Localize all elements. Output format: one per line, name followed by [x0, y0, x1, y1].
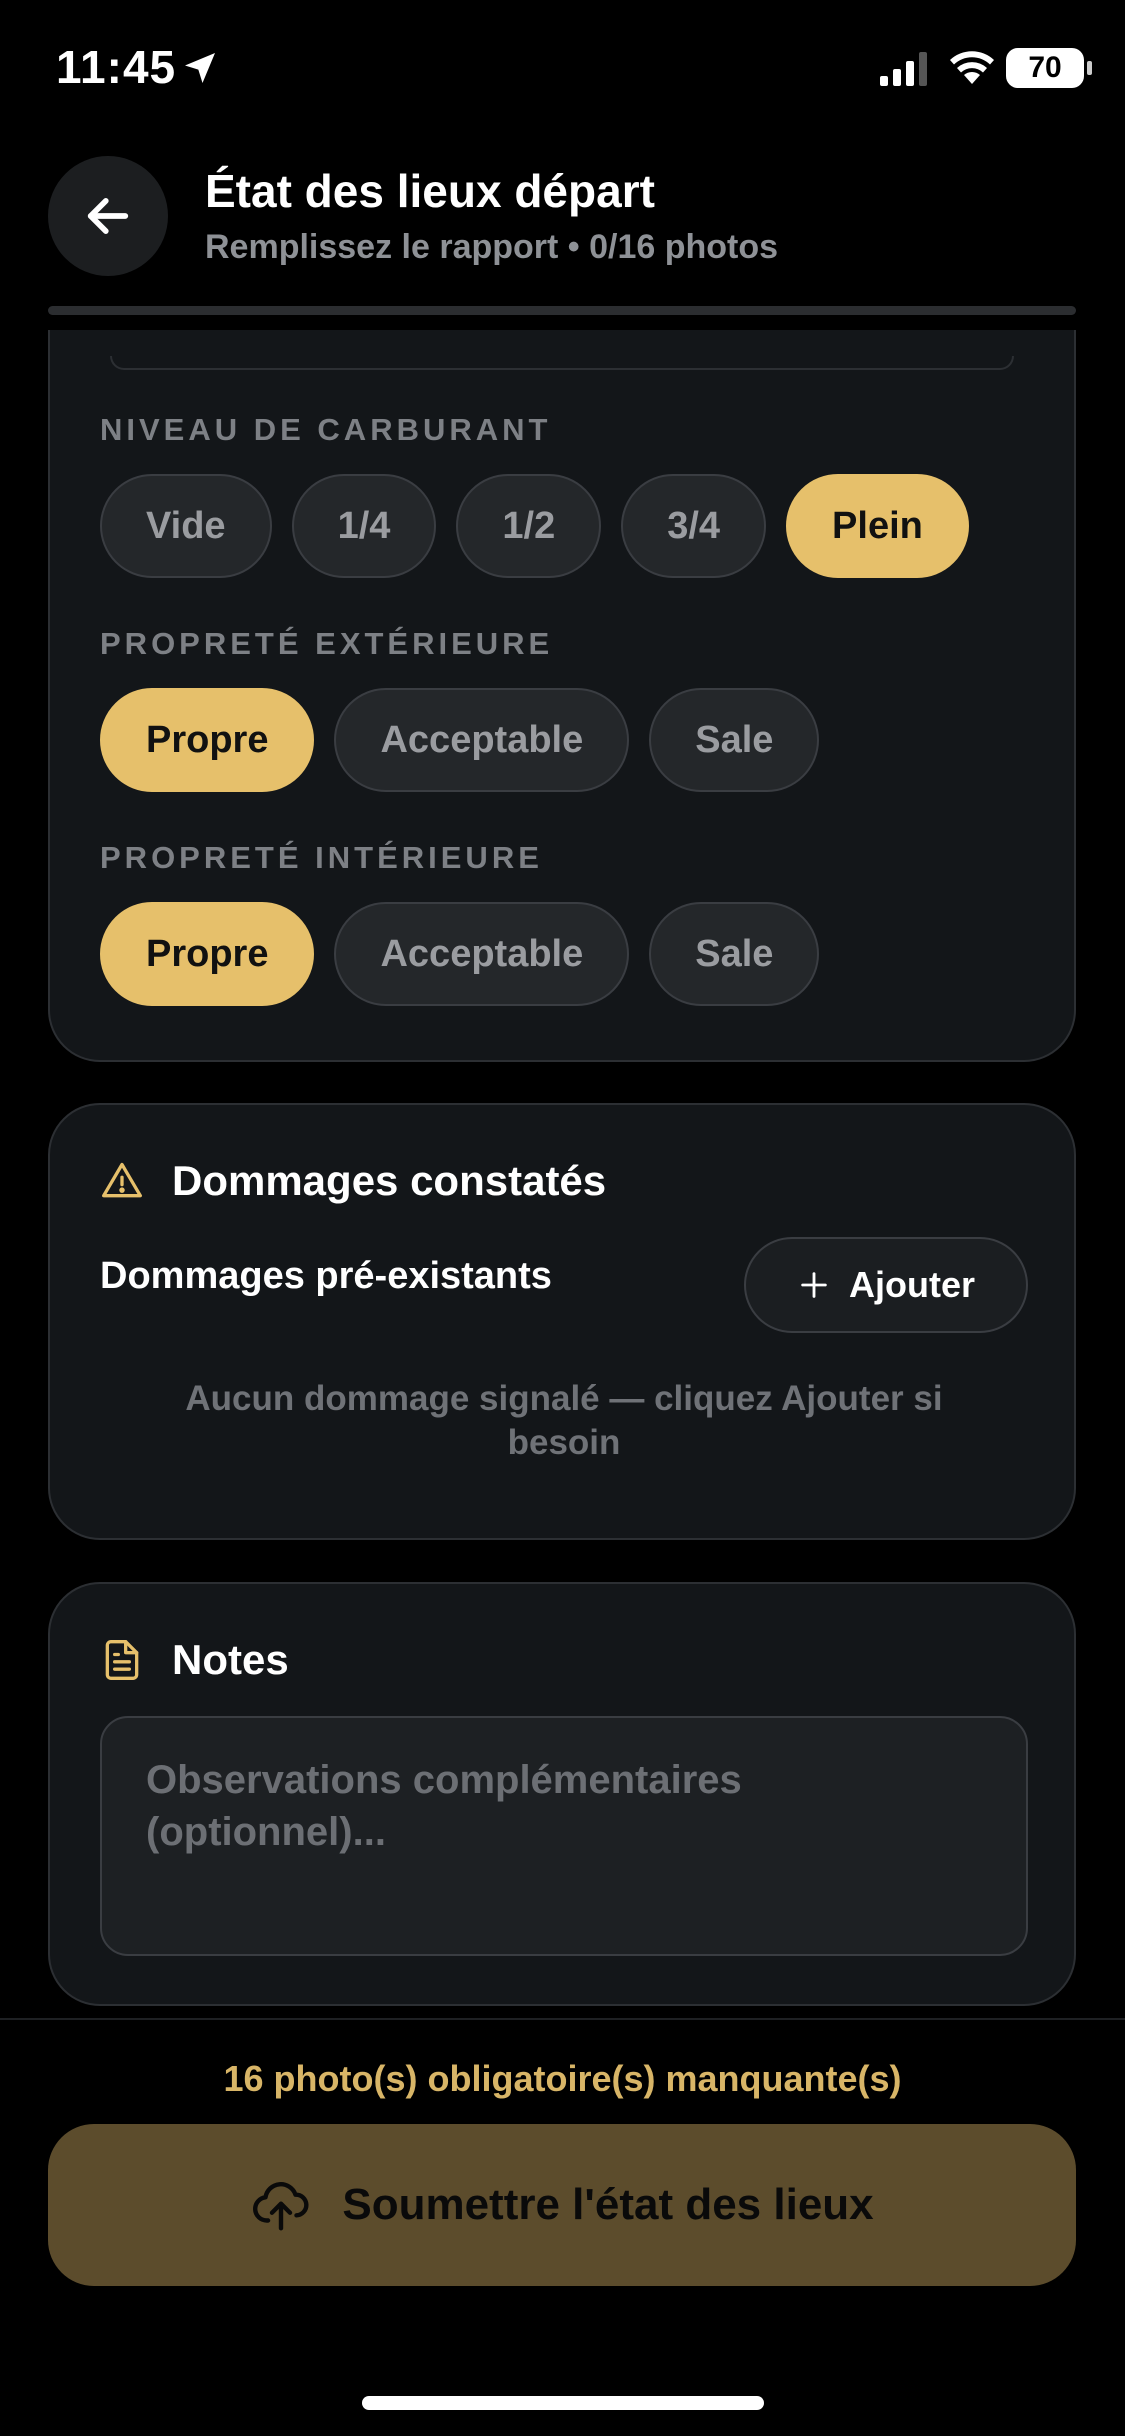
notes-textarea[interactable]: Observations complémentaires (optionnel)… [100, 1716, 1028, 1956]
fuel-option-three-quarters[interactable]: 3/4 [621, 474, 767, 578]
add-damage-button[interactable]: Ajouter [744, 1237, 1028, 1333]
exterior-option-clean[interactable]: Propre [100, 688, 315, 792]
document-icon [105, 1640, 139, 1680]
status-time: 11:45 [56, 41, 177, 93]
exterior-cleanliness-label: PROPRETÉ EXTÉRIEURE [100, 626, 554, 661]
footer-divider [0, 2018, 1125, 2020]
exterior-cleanliness-options: Propre Acceptable Sale [100, 688, 820, 792]
notes-title: Notes [172, 1636, 289, 1683]
signal-icon [880, 52, 927, 86]
battery-icon: 70 [1006, 48, 1092, 88]
fuel-option-half[interactable]: 1/2 [456, 474, 602, 578]
interior-option-clean[interactable]: Propre [100, 902, 315, 1006]
damages-title: Dommages constatés [172, 1157, 607, 1204]
damages-card: Dommages constatés Dommages pré-existant… [48, 1103, 1076, 1540]
fuel-level-options: Vide 1/4 1/2 3/4 Plein [100, 474, 969, 578]
home-indicator[interactable] [362, 2396, 764, 2410]
notes-card: Notes Observations complémentaires (opti… [48, 1582, 1076, 2006]
plus-icon [801, 1272, 827, 1298]
fuel-option-full[interactable]: Plein [786, 474, 969, 578]
wifi-icon [950, 51, 994, 84]
page-subtitle: Remplissez le rapport • 0/16 photos [205, 228, 779, 266]
progress-bar [48, 306, 1076, 315]
back-button[interactable] [48, 156, 168, 276]
preexisting-damages-label: Dommages pré-existants [100, 1255, 552, 1297]
no-damage-message: Aucun dommage signalé — cliquez Ajouter … [185, 1379, 943, 1462]
submit-label: Soumettre l'état des lieux [342, 2180, 874, 2229]
page-title: État des lieux départ [205, 165, 655, 217]
add-damage-label: Ajouter [849, 1264, 975, 1305]
fuel-level-label: NIVEAU DE CARBURANT [100, 412, 552, 447]
exterior-option-acceptable[interactable]: Acceptable [334, 688, 630, 792]
scrolled-input-edge [110, 356, 1014, 370]
back-arrow-icon [87, 198, 129, 234]
submit-button[interactable]: Soumettre l'état des lieux [48, 2124, 1076, 2286]
fuel-option-quarter[interactable]: 1/4 [291, 474, 437, 578]
missing-photos-warning: 16 photo(s) obligatoire(s) manquante(s) [223, 2058, 902, 2099]
exterior-option-dirty[interactable]: Sale [649, 688, 820, 792]
interior-option-acceptable[interactable]: Acceptable [334, 902, 630, 1006]
interior-option-dirty[interactable]: Sale [649, 902, 820, 1006]
interior-cleanliness-label: PROPRETÉ INTÉRIEURE [100, 840, 543, 875]
cloud-upload-icon [253, 2182, 309, 2231]
location-arrow-icon [185, 53, 215, 83]
interior-cleanliness-options: Propre Acceptable Sale [100, 902, 820, 1006]
status-bar: 11:45 70 [0, 0, 1125, 140]
warning-triangle-icon [102, 1162, 142, 1198]
fuel-option-empty[interactable]: Vide [100, 474, 272, 578]
